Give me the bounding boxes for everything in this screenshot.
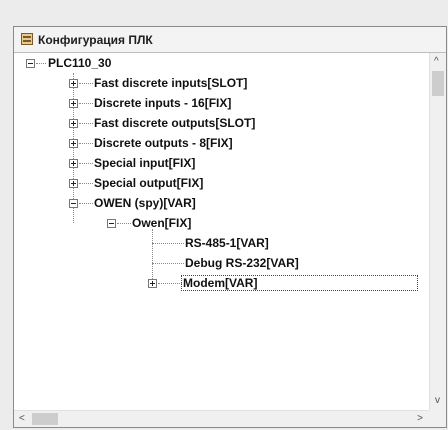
expand-icon[interactable] <box>148 279 157 288</box>
tree-node-debug-rs232[interactable]: Debug RS-232[VAR] <box>185 253 299 273</box>
vertical-scrollbar[interactable]: ^ v <box>429 53 446 410</box>
collapse-root-icon[interactable] <box>26 59 35 68</box>
tree-node-label: Special input[FIX] <box>94 156 196 170</box>
scroll-down-icon[interactable]: v <box>435 395 440 407</box>
tree-node-label: PLC110_30 <box>48 56 112 70</box>
tree-node-fast-discrete-inputs[interactable]: Fast discrete inputs[SLOT] <box>94 73 247 93</box>
horizontal-scrollbar[interactable]: < > <box>14 410 429 427</box>
tree-node-modem[interactable]: Modem[VAR] <box>181 273 419 293</box>
scroll-up-icon[interactable]: ^ <box>434 56 439 68</box>
tree-node-rs485[interactable]: RS-485-1[VAR] <box>185 233 269 253</box>
tree-node-label: RS-485-1[VAR] <box>185 236 269 250</box>
tree-node-label: Debug RS-232[VAR] <box>185 256 299 270</box>
expand-icon[interactable] <box>69 119 78 128</box>
scroll-left-icon[interactable]: < <box>19 413 25 425</box>
tree-node-label: OWEN (spy)[VAR] <box>94 196 196 210</box>
expand-icon[interactable] <box>69 139 78 148</box>
plc-configuration-window: Конфигурация ПЛК PLC110_30 Fast discrete… <box>13 26 447 428</box>
tree-node-label: Fast discrete inputs[SLOT] <box>94 76 248 90</box>
horizontal-scroll-thumb[interactable] <box>32 413 58 425</box>
tree-node-discrete-inputs[interactable]: Discrete inputs - 16[FIX] <box>94 93 231 113</box>
scroll-right-icon[interactable]: > <box>417 413 423 425</box>
tree-node-special-output[interactable]: Special output[FIX] <box>94 173 203 193</box>
expand-icon[interactable] <box>69 179 78 188</box>
tree-node-fast-discrete-outputs[interactable]: Fast discrete outputs[SLOT] <box>94 113 255 133</box>
tree-node-special-input[interactable]: Special input[FIX] <box>94 153 195 173</box>
tree-node-owen-spy[interactable]: OWEN (spy)[VAR] <box>94 193 196 213</box>
collapse-icon[interactable] <box>69 199 78 208</box>
tree-node-label: Discrete outputs - 8[FIX] <box>94 136 233 150</box>
window-titlebar: Конфигурация ПЛК <box>14 27 446 53</box>
scrollbar-corner <box>429 410 446 427</box>
tree-node-label: Special output[FIX] <box>94 176 204 190</box>
window-title: Конфигурация ПЛК <box>38 33 153 47</box>
expand-icon[interactable] <box>69 79 78 88</box>
tree-node-label: Discrete inputs - 16[FIX] <box>94 96 232 110</box>
vertical-scroll-thumb[interactable] <box>432 71 444 96</box>
tree-node-discrete-outputs[interactable]: Discrete outputs - 8[FIX] <box>94 133 233 153</box>
tree-node-owen[interactable]: Owen[FIX] <box>132 213 191 233</box>
tree-node-label: Fast discrete outputs[SLOT] <box>94 116 256 130</box>
tree-node-root[interactable]: PLC110_30 <box>48 53 111 73</box>
expand-icon[interactable] <box>69 159 78 168</box>
config-table-icon <box>21 33 33 45</box>
collapse-icon[interactable] <box>107 219 116 228</box>
tree-node-label: Modem[VAR] <box>181 275 419 291</box>
expand-icon[interactable] <box>69 99 78 108</box>
tree-node-label: Owen[FIX] <box>132 216 192 230</box>
configuration-tree[interactable]: PLC110_30 Fast discrete inputs[SLOT] Dis… <box>14 53 429 410</box>
